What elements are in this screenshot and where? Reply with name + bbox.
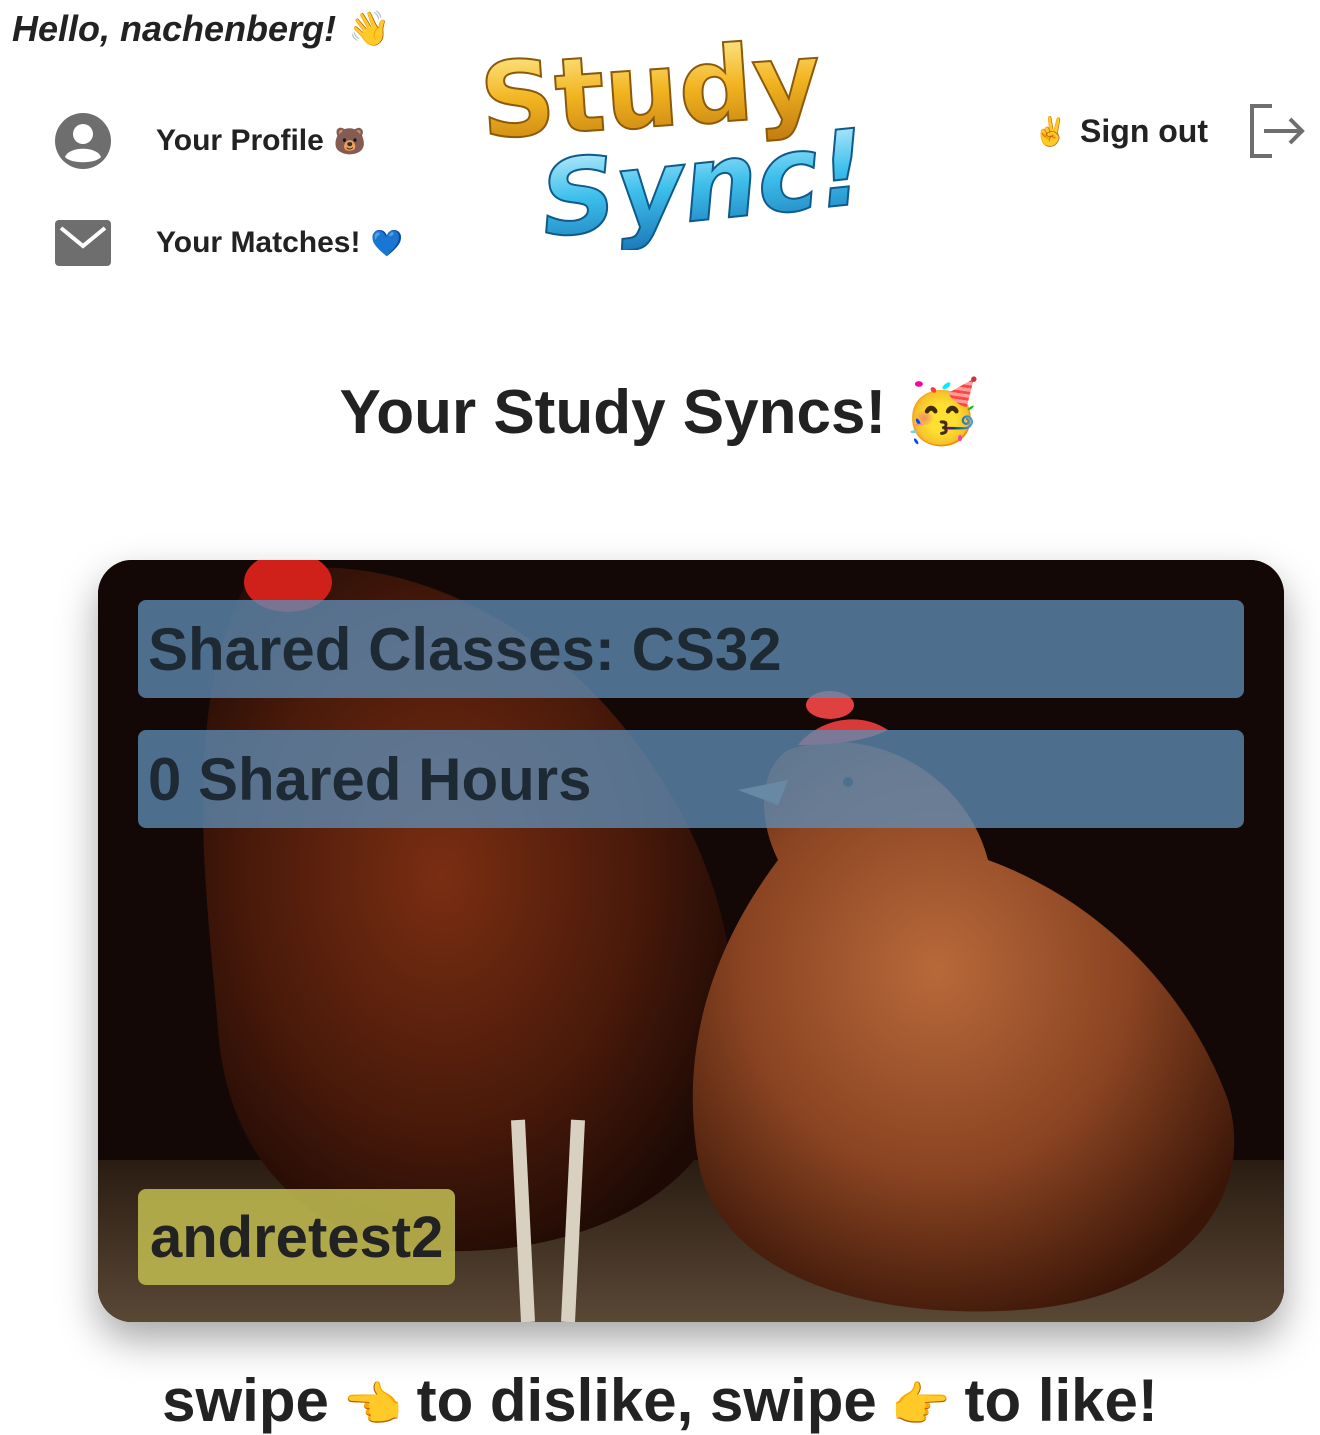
swipe-hint-part3: to like! (964, 1367, 1158, 1434)
wave-emoji: 👋 (348, 10, 391, 48)
victory-hand-emoji: ✌️ (1033, 115, 1069, 147)
user-circle-icon (52, 110, 114, 172)
point-left-emoji: 👈 (342, 1379, 403, 1432)
match-card[interactable]: Shared Classes: CS32 0 Shared Hours andr… (98, 560, 1284, 1322)
sign-out-label: Sign out (1080, 112, 1208, 149)
page: Hello, nachenberg! 👋 Your Profile 🐻 Your… (0, 0, 1320, 1435)
partying-face-emoji: 🥳 (903, 378, 981, 447)
point-right-emoji: 👉 (890, 1379, 951, 1432)
sign-out-button[interactable]: ✌️ Sign out (1033, 100, 1308, 162)
page-title: Your Study Syncs! 🥳 (0, 376, 1320, 449)
nav-matches-label: Your Matches! (156, 226, 361, 259)
sign-out-icon (1246, 100, 1308, 162)
swipe-hint-part2: to dislike, swipe (416, 1367, 877, 1434)
nav-profile-label: Your Profile (156, 124, 324, 157)
study-sync-logo: Study Sync! (470, 17, 920, 263)
shared-hours-label: 0 Shared Hours (138, 730, 1244, 828)
nav-matches-link[interactable]: Your Matches! 💙 (52, 212, 403, 274)
envelope-icon (52, 212, 114, 274)
greeting: Hello, nachenberg! 👋 (12, 8, 390, 50)
swipe-hint-part1: swipe (162, 1367, 329, 1434)
nav-profile-link[interactable]: Your Profile 🐻 (52, 110, 366, 172)
blue-heart-emoji: 💙 (370, 227, 403, 258)
greeting-text: Hello, nachenberg! (12, 8, 337, 49)
swipe-hint: swipe 👈 to dislike, swipe 👉 to like! (0, 1366, 1320, 1435)
bear-emoji: 🐻 (333, 125, 367, 156)
shared-classes-label: Shared Classes: CS32 (138, 600, 1244, 698)
page-title-text: Your Study Syncs! (339, 378, 887, 447)
match-username: andretest2 (138, 1189, 456, 1285)
